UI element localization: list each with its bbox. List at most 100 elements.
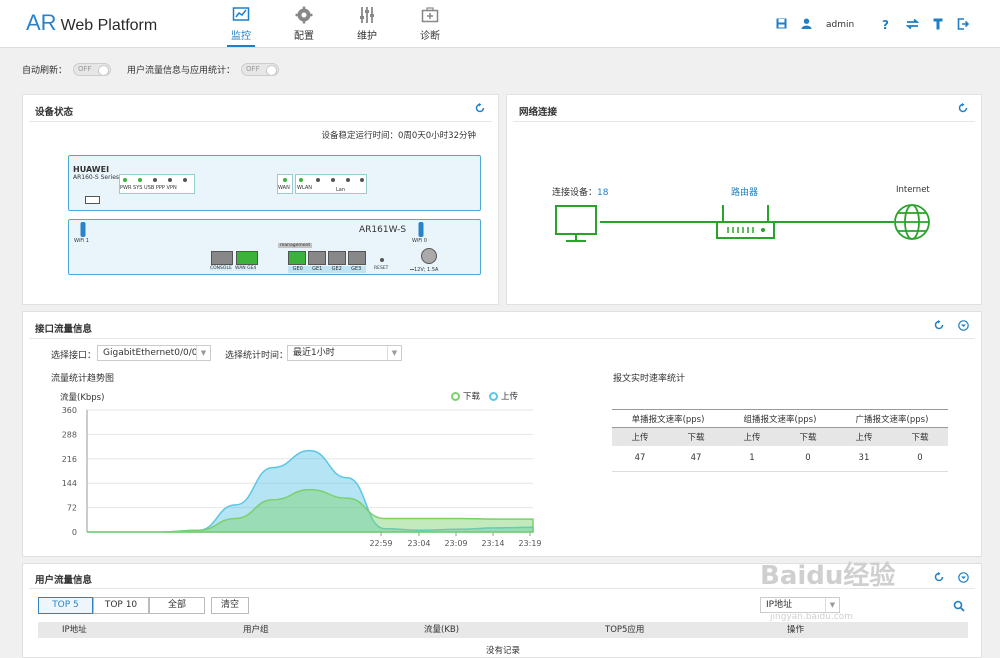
wifi1-label: WiFi 1 — [74, 238, 89, 244]
nav-diagnose-label: 诊断 — [420, 31, 440, 42]
divider — [513, 121, 975, 122]
globe-icon — [894, 204, 930, 240]
network-panel: 网络连接 连接设备：18 路由器 Internet — [506, 94, 982, 305]
logo-web-platform: Web Platform — [60, 17, 158, 34]
wan-led: WAN — [277, 174, 293, 194]
medical-kit-icon — [421, 7, 439, 23]
divider — [29, 121, 492, 122]
unicast-header: 单播报文速率(pps) — [631, 414, 705, 425]
traffic-trend-chart: 360 288 216 144 72 0 22:59 23:04 23:09 23:14 23:19… — [62, 406, 541, 548]
legend-up-marker[interactable] — [489, 391, 499, 401]
help-icon[interactable]: ? — [882, 18, 889, 32]
multicast-down: 0 — [805, 453, 811, 464]
col-download: 下载 — [687, 432, 705, 443]
legend: 下载 上传 — [451, 390, 518, 402]
legend-down-marker[interactable] — [451, 391, 460, 401]
chevron-down-icon: ▼ — [387, 346, 401, 360]
top-bar: AR Web Platform 监控 配置 维护 诊断 admin ? — [0, 0, 1000, 48]
refresh-icon[interactable] — [934, 572, 944, 582]
col-upload: 上传 — [743, 432, 761, 443]
power-label: ⎓12V; 1.5A — [410, 267, 439, 273]
realtime-title: 报文实时速率统计 — [613, 374, 686, 384]
logo: AR Web Platform — [26, 10, 157, 36]
router-icon — [716, 205, 775, 239]
router-label: 路由器 — [731, 188, 759, 198]
led-panel: PWR SYS USB PPP VPN — [119, 174, 195, 194]
user-stats-toggle[interactable]: OFF — [241, 63, 280, 76]
brand-label: HUAWEI — [73, 165, 110, 174]
uptime-text: 设备稳定运行时间：0周0天0小时32分钟 — [321, 131, 476, 141]
empty-message: 没有记录 — [486, 646, 521, 656]
legend-down[interactable]: 下载 — [463, 390, 480, 402]
wan-ge4-port — [236, 251, 258, 265]
y-axis-label: 流量(Kbps) — [60, 393, 105, 403]
collapse-icon[interactable] — [958, 320, 969, 331]
logout-icon[interactable] — [957, 18, 969, 30]
power-connector — [421, 248, 437, 264]
led-usb — [153, 178, 157, 182]
led-vpn — [183, 178, 187, 182]
nav-maintain-label: 维护 — [357, 31, 377, 42]
nav-config-label: 配置 — [294, 31, 314, 42]
select-time-label: 选择统计时间： — [225, 351, 289, 361]
interface-select[interactable]: GigabitEthernet0/0/0 ▼ — [97, 345, 211, 361]
col-top5-apps: TOP5应用 — [605, 625, 645, 635]
pin-icon[interactable] — [933, 18, 943, 30]
download-series — [86, 488, 534, 533]
legend-up[interactable]: 上传 — [501, 390, 518, 402]
username[interactable]: admin — [826, 20, 854, 30]
user-stats-label: 用户流量信息与应用统计： — [127, 66, 236, 76]
x-tick-label: 23:04 — [407, 539, 430, 548]
broadcast-down: 0 — [917, 453, 923, 464]
y-tick-label: 216 — [62, 455, 77, 464]
switch-icon[interactable] — [906, 18, 919, 30]
unicast-down: 47 — [690, 453, 702, 464]
watermark-url: jingyan.baidu.com — [770, 612, 854, 622]
y-tick-label: 360 — [62, 406, 77, 415]
sliders-icon — [360, 7, 374, 23]
nav-config[interactable]: 配置 — [284, 6, 324, 42]
refresh-toolbar: 自动刷新： OFF 用户流量信息与应用统计： OFF — [22, 63, 280, 76]
nav-diagnose[interactable]: 诊断 — [410, 6, 450, 42]
network-title: 网络连接 — [519, 107, 558, 118]
tab-all[interactable]: 全部 — [149, 597, 205, 614]
console-port — [211, 251, 233, 265]
nav-monitor[interactable]: 监控 — [221, 6, 261, 47]
connected-devices[interactable]: 连接设备：18 — [552, 185, 608, 198]
wan-ge4-label: WAN GE4 — [235, 266, 257, 271]
refresh-icon[interactable] — [958, 103, 968, 113]
time-select[interactable]: 最近1小时 ▼ — [287, 345, 402, 361]
chevron-down-icon: ▼ — [825, 598, 839, 612]
wan-label: WAN — [278, 185, 290, 191]
y-tick-label: 72 — [67, 504, 77, 513]
rate-stats-table: 单播报文速率(pps) 组播报文速率(pps) 广播报文速率(pps) 上传 下… — [612, 409, 948, 472]
x-tick-label: 22:59 — [369, 539, 392, 548]
collapse-icon[interactable] — [958, 572, 969, 583]
tab-top5[interactable]: TOP 5 — [38, 597, 93, 614]
multicast-header: 组播报文速率(pps) — [743, 414, 817, 425]
col-ip: IP地址 — [62, 625, 87, 635]
series-label: AR160-S Series — [73, 174, 120, 181]
refresh-icon[interactable] — [475, 103, 485, 113]
x-tick-label: 23:14 — [481, 539, 504, 548]
monitor-chart-icon — [232, 7, 250, 21]
nav-maintain[interactable]: 维护 — [347, 6, 387, 42]
search-field-select[interactable]: IP地址 ▼ — [760, 597, 840, 613]
wlan-label: WLAN — [297, 185, 313, 191]
refresh-icon[interactable] — [934, 320, 944, 330]
led-sys — [138, 178, 142, 182]
ge0-port — [288, 251, 306, 265]
interface-traffic-panel: 接口流量信息 选择接口： GigabitEthernet0/0/0 ▼ 选择统计时… — [22, 311, 982, 557]
clear-button[interactable]: 清空 — [211, 597, 249, 614]
broadcast-header: 广播报文速率(pps) — [855, 414, 929, 425]
search-icon[interactable] — [953, 600, 965, 612]
ge2-port — [328, 251, 346, 265]
auto-refresh-toggle[interactable]: OFF — [73, 63, 112, 76]
col-actions: 操作 — [787, 625, 805, 635]
router-front-panel: HUAWEI AR160-S Series PWR SYS USB PPP VP… — [68, 155, 481, 211]
save-icon[interactable] — [776, 18, 787, 29]
col-traffic: 流量(KB) — [424, 625, 460, 635]
divider — [29, 338, 975, 339]
tab-top10[interactable]: TOP 10 — [93, 597, 149, 614]
y-tick-label: 144 — [62, 479, 77, 488]
